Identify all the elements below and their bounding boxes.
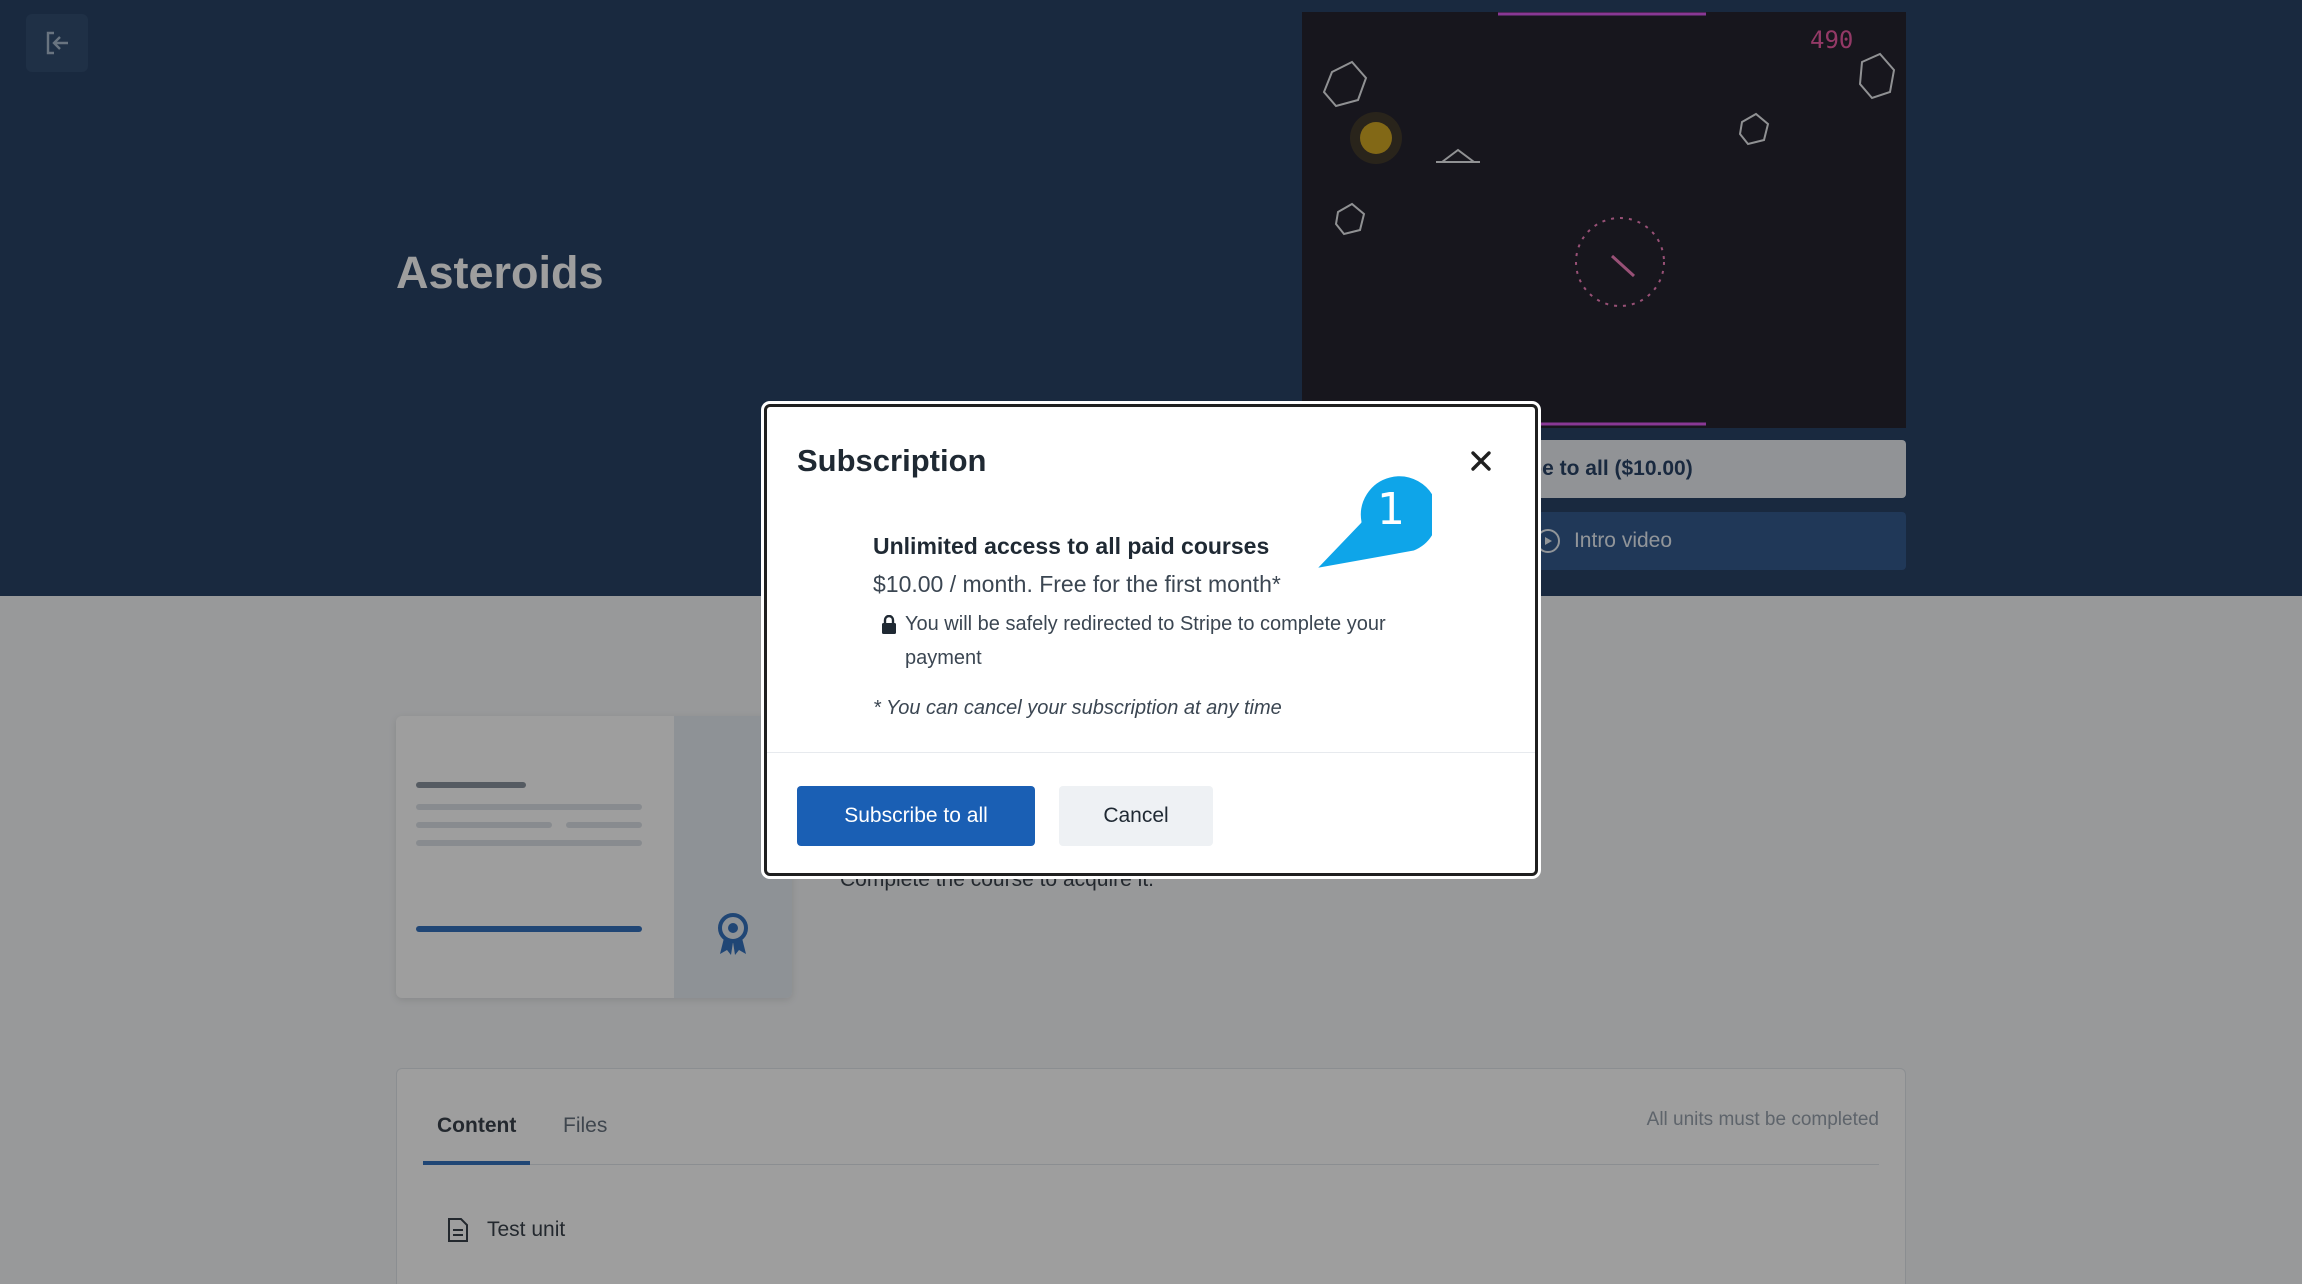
- cancel-button[interactable]: Cancel: [1059, 786, 1213, 846]
- secure-payment-text: You will be safely redirected to Stripe …: [905, 613, 1386, 669]
- modal-price: $10.00 / month. Free for the first month…: [873, 571, 1281, 597]
- course-page: Asteroids 490 ribe to all ($10.00) Intro…: [0, 0, 2302, 1284]
- subscribe-to-all-button[interactable]: Subscribe to all: [797, 786, 1035, 846]
- secure-payment-notice: You will be safely redirected to Stripe …: [881, 607, 1461, 675]
- modal-title: Subscription: [797, 443, 987, 478]
- modal-divider: [767, 752, 1535, 753]
- cancel-note: * You can cancel your subscription at an…: [873, 697, 1282, 719]
- cancel-label: Cancel: [1103, 804, 1169, 827]
- subscribe-to-all-label: Subscribe to all: [844, 804, 988, 827]
- lock-icon: [882, 615, 896, 634]
- callout-number: 1: [1377, 484, 1405, 535]
- modal-heading: Unlimited access to all paid courses: [873, 533, 1270, 559]
- close-icon[interactable]: [1467, 447, 1495, 475]
